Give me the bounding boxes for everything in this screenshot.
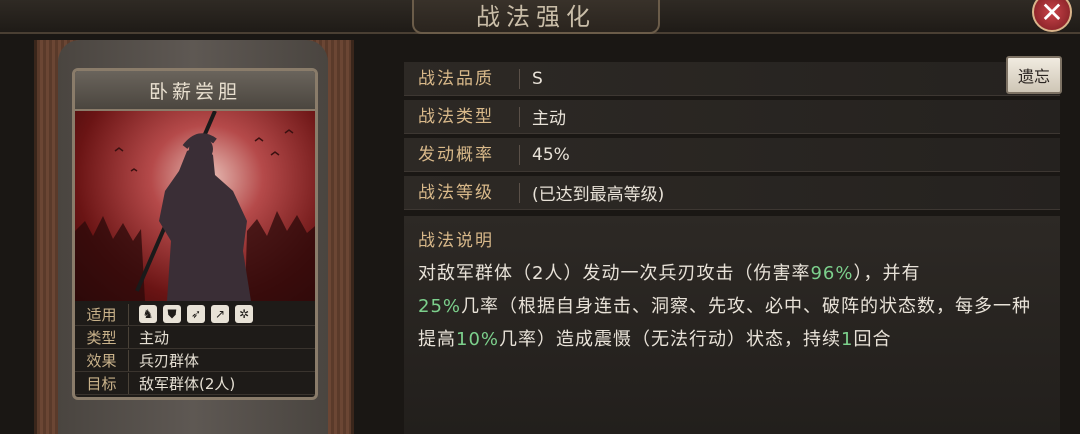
level-label: 战法等级 — [404, 182, 520, 203]
card-row-applicable: 适用 ♞ ⛊ ➶ ↗ ✲ — [75, 303, 315, 326]
description-text: 对敌军群体（2人）发动一次兵刃攻击（伤害率96%），并有 25%几率（根据自身连击… — [418, 257, 1046, 356]
wheel-icon: ✲ — [235, 305, 253, 323]
card-row-effect: 效果 兵刃群体 — [75, 349, 315, 372]
damage-rate-value: 96% — [810, 263, 854, 284]
info-row-chance: 发动概率 45% — [404, 138, 1060, 172]
card-row-value: 主动 — [139, 328, 170, 347]
page-title: 战法强化 — [476, 2, 596, 31]
card-row-target: 目标 敌军群体(2人) — [75, 372, 315, 395]
description-title: 战法说明 — [418, 231, 494, 251]
level-value: (已达到最高等级) — [532, 185, 665, 205]
card-row-key: 适用 — [75, 303, 129, 325]
type-label: 战法类型 — [404, 106, 520, 127]
desc-part: 回合 — [853, 329, 892, 350]
bow-icon: ➶ — [187, 305, 205, 323]
type-value: 主动 — [532, 109, 566, 129]
tactic-card: 卧薪尝胆 适用 ♞ ⛊ ➶ ↗ ✲ 类型 主动 效果 兵刃群体 目标 敌军群体(… — [72, 68, 318, 400]
desc-part: ），并有 — [853, 263, 921, 284]
quality-value: S — [532, 68, 543, 89]
horse-icon: ♞ — [139, 305, 157, 323]
spear-icon: ↗ — [211, 305, 229, 323]
forget-button[interactable]: 遗忘 — [1006, 56, 1062, 94]
info-row-quality: 战法品质 S — [404, 62, 1060, 96]
card-row-value: 敌军群体(2人) — [139, 374, 236, 393]
base-chance-value: 25% — [418, 296, 462, 317]
chance-label: 发动概率 — [404, 144, 520, 165]
card-row-value: 兵刃群体 — [139, 351, 200, 370]
chance-value: 45% — [532, 144, 570, 165]
card-title: 卧薪尝胆 — [75, 71, 315, 111]
card-row-key: 效果 — [75, 349, 129, 371]
card-row-type: 类型 主动 — [75, 326, 315, 349]
card-artwork — [75, 111, 315, 301]
info-row-level: 战法等级 (已达到最高等级) — [404, 176, 1060, 210]
card-row-key: 目标 — [75, 372, 129, 394]
title-tab: 战法强化 — [412, 0, 660, 34]
duration-value: 1 — [841, 329, 854, 350]
warrior-silhouette-image — [75, 111, 315, 301]
quality-label: 战法品质 — [404, 68, 520, 89]
shield-icon: ⛊ — [163, 305, 181, 323]
info-row-type: 战法类型 主动 — [404, 100, 1060, 134]
chance-increment-value: 10% — [456, 329, 500, 350]
desc-part: 几率）造成震慑（无法行动）状态，持续 — [499, 329, 842, 350]
desc-part: 对敌军群体（2人）发动一次兵刃攻击（伤害率 — [418, 263, 811, 284]
description-panel: 战法说明 对敌军群体（2人）发动一次兵刃攻击（伤害率96%），并有 25%几率（根… — [404, 216, 1060, 434]
card-row-key: 类型 — [75, 326, 129, 348]
